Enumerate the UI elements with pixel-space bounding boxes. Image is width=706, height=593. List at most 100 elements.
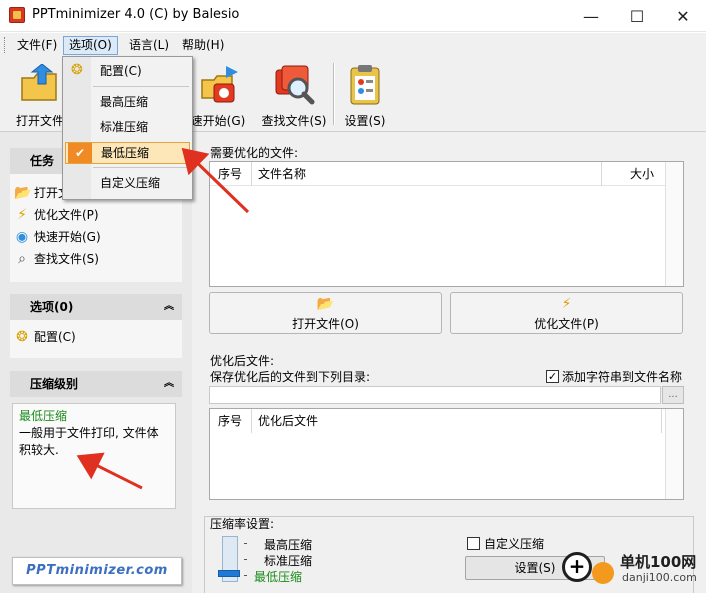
menubar-grip: [4, 37, 7, 53]
menu-file[interactable]: 文件(F): [12, 36, 62, 55]
quickstart-icon: [201, 66, 238, 103]
collapse-chevron-icon[interactable]: ︽: [164, 371, 174, 397]
compression-level-title: 最低压缩: [19, 409, 68, 423]
options-group-header[interactable]: 选项(0) ︽: [10, 294, 182, 320]
level-max-label: 最高压缩: [264, 538, 313, 552]
files-to-optimize-label: 需要优化的文件:: [210, 146, 299, 160]
gear-icon: ❂: [71, 62, 83, 78]
find-icon: ⌕: [18, 251, 26, 267]
menu-help[interactable]: 帮助(H): [177, 36, 229, 55]
compression-group-header[interactable]: 压缩级别 ︽: [10, 371, 182, 397]
optimized-files-label: 优化后文件:: [210, 354, 275, 368]
checkmark-icon: ✔: [68, 143, 92, 163]
watermark-name: 单机100网: [620, 553, 697, 571]
col-optimized-file[interactable]: 优化后文件: [252, 409, 662, 433]
optimized-list-scrollbar[interactable]: [665, 409, 683, 499]
task-quickstart-label: 快速开始(G): [34, 230, 101, 244]
menu-language[interactable]: 语言(L): [124, 36, 174, 55]
optimized-list-header: 序号 优化后文件: [210, 409, 683, 433]
dropdown-max-label: 最高压缩: [100, 95, 149, 109]
title-bar: PPTminimizer 4.0 (C) by Balesio — ☐ ✕: [0, 0, 706, 32]
level-standard-label: 标准压缩: [264, 554, 313, 568]
watermark-plus-icon: +: [562, 552, 592, 582]
save-directory-label: 保存优化后的文件到下列目录:: [210, 370, 371, 384]
dropdown-separator: [93, 167, 189, 168]
option-config-label: 配置(C): [34, 330, 76, 344]
toolbar-separator: [333, 63, 335, 125]
files-list-header: 序号 文件名称 大小: [210, 162, 683, 186]
watermark-url: danji100.com: [622, 571, 697, 584]
task-optimize-file[interactable]: ⚡ 优化文件(P): [10, 204, 182, 226]
compression-level-description: 一般用于文件打印, 文件体积较大.: [19, 426, 159, 457]
slider-tick: [244, 543, 247, 544]
toolbar-open-button[interactable]: 打开文件: [10, 60, 70, 130]
dropdown-config[interactable]: ❂ 配置(C): [65, 60, 190, 82]
task-optimize-label: 优化文件(P): [34, 208, 99, 222]
open-file-button-label: 打开文件(O): [292, 317, 359, 331]
collapse-chevron-icon[interactable]: ︽: [164, 294, 174, 320]
col-size[interactable]: 大小: [602, 162, 660, 186]
task-find-label: 查找文件(S): [34, 252, 99, 266]
watermark-dot-icon: [592, 562, 614, 584]
dropdown-custom-compression[interactable]: 自定义压缩: [65, 172, 190, 194]
maximize-button[interactable]: ☐: [614, 0, 660, 32]
task-find-file[interactable]: ⌕ 查找文件(S): [10, 248, 182, 270]
open-folder-icon: 📂: [316, 296, 335, 312]
dropdown-standard-compression[interactable]: 标准压缩: [65, 116, 190, 138]
options-dropdown-menu: ❂ 配置(C) 最高压缩 标准压缩 ✔ 最低压缩 自定义压缩: [62, 56, 193, 200]
brand-logo[interactable]: PPTminimizer.com: [12, 557, 182, 585]
append-string-label: 添加字符串到文件名称: [562, 370, 683, 384]
toolbar-settings-button[interactable]: 设置(S): [340, 60, 390, 130]
dropdown-min-compression[interactable]: ✔ 最低压缩: [65, 142, 190, 164]
append-string-checkbox[interactable]: ✓: [546, 370, 559, 383]
menu-options[interactable]: 选项(O): [63, 36, 118, 55]
close-icon: ✕: [676, 6, 690, 26]
settings-clipboard-icon: [350, 65, 380, 105]
compression-settings-label: 压缩率设置:: [210, 517, 275, 531]
minimize-icon: —: [583, 6, 599, 26]
toolbar-quickstart-label: 速开始(G): [190, 114, 246, 128]
toolbar-open-label: 打开文件: [16, 114, 65, 128]
maximize-icon: ☐: [629, 6, 645, 26]
files-list-scrollbar[interactable]: [665, 162, 683, 286]
browse-directory-button[interactable]: ...: [662, 386, 684, 404]
find-file-icon: [275, 65, 315, 105]
dropdown-max-compression[interactable]: 最高压缩: [65, 91, 190, 113]
option-config[interactable]: ❂ 配置(C): [10, 326, 182, 348]
compression-description-box: 最低压缩 一般用于文件打印, 文件体积较大.: [12, 403, 176, 509]
minimize-button[interactable]: —: [568, 0, 614, 32]
toolbar-find-label: 查找文件(S): [261, 114, 327, 128]
slider-tick: [244, 559, 247, 560]
toolbar-quickstart-button[interactable]: 速开始(G): [186, 60, 250, 130]
open-folder-icon: [21, 64, 57, 101]
files-list[interactable]: 序号 文件名称 大小: [209, 161, 684, 287]
optimize-file-button-label: 优化文件(P): [534, 317, 599, 331]
lightning-icon: ⚡: [17, 207, 27, 223]
window-title: PPTminimizer 4.0 (C) by Balesio: [32, 7, 240, 22]
dropdown-config-label: 配置(C): [100, 64, 142, 78]
dropdown-min-label: 最低压缩: [101, 146, 150, 160]
tasks-group-title: 任务: [30, 154, 55, 168]
col-filename[interactable]: 文件名称: [252, 162, 602, 186]
output-directory-input[interactable]: [209, 386, 661, 404]
menu-bar: 文件(F) 选项(O) 语言(L) 帮助(H): [0, 33, 706, 57]
custom-compression-label: 自定义压缩: [484, 537, 545, 551]
open-file-button[interactable]: 📂 打开文件(O): [209, 292, 442, 334]
lightning-icon: ⚡: [561, 296, 572, 312]
dropdown-standard-label: 标准压缩: [100, 120, 149, 134]
optimized-files-list[interactable]: 序号 优化后文件: [209, 408, 684, 500]
optimize-file-button[interactable]: ⚡ 优化文件(P): [450, 292, 683, 334]
compression-slider-thumb[interactable]: [218, 570, 240, 577]
dropdown-separator: [93, 86, 189, 87]
close-button[interactable]: ✕: [660, 0, 706, 32]
task-quick-start[interactable]: ◉ 快速开始(G): [10, 226, 182, 248]
open-folder-icon: 📂: [14, 185, 32, 201]
app-icon: [9, 7, 25, 23]
options-group-title: 选项(0): [30, 300, 74, 314]
col-index[interactable]: 序号: [212, 162, 252, 186]
toolbar-find-button[interactable]: 查找文件(S): [258, 60, 330, 130]
compression-settings-button-label: 设置(S): [514, 561, 556, 575]
custom-compression-checkbox[interactable]: [467, 537, 480, 550]
col-index[interactable]: 序号: [212, 409, 252, 433]
site-watermark: + 单机100网 danji100.com: [560, 548, 706, 588]
